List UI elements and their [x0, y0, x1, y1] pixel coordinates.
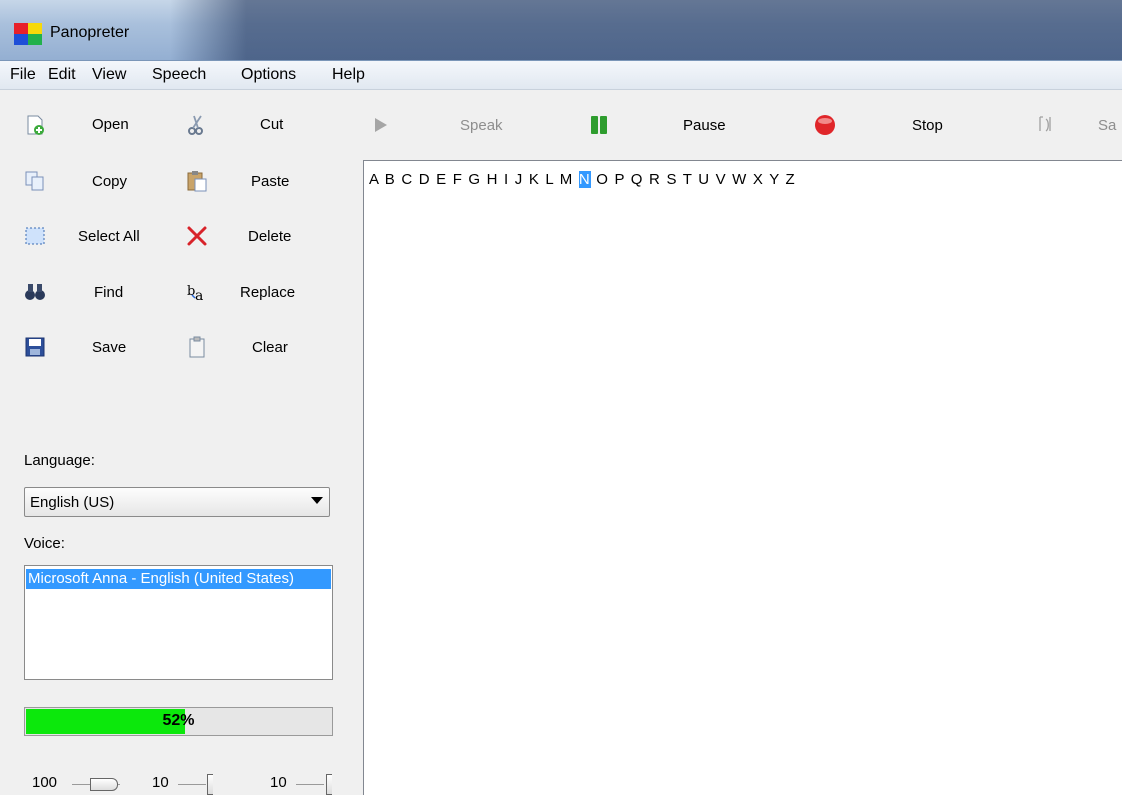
- pitch-track: [296, 784, 324, 785]
- editor-text: A B C D E F G H I J K L M N O P Q R S T …: [369, 171, 796, 188]
- save-button[interactable]: Save: [24, 334, 164, 360]
- pitch-value: 10: [270, 774, 287, 791]
- cut-label: Cut: [260, 116, 284, 133]
- rate-value: 10: [152, 774, 169, 791]
- app-icon[interactable]: [14, 23, 42, 45]
- clear-label: Clear: [252, 339, 288, 356]
- volume-slider-thumb[interactable]: [90, 778, 118, 791]
- stop-button[interactable]: Stop: [814, 112, 964, 138]
- paste-label: Paste: [251, 173, 290, 190]
- stop-label: Stop: [912, 117, 943, 134]
- copy-icon: [25, 171, 44, 191]
- scissors-icon: [188, 115, 203, 135]
- save-label: Save: [92, 339, 127, 356]
- menu-edit[interactable]: Edit: [48, 66, 76, 84]
- delete-button[interactable]: Delete: [186, 223, 306, 249]
- editor-text-before: A B C D E F G H I J K L M: [369, 171, 579, 188]
- progress-bar: 52%: [24, 707, 333, 736]
- cut-button[interactable]: Cut: [186, 112, 306, 138]
- editor-text-after: O P Q R S T U V W X Y Z: [590, 171, 796, 188]
- progress-text: 52%: [162, 712, 195, 729]
- title-bar: Panopreter: [0, 0, 1122, 61]
- menu-speech[interactable]: Speech: [152, 66, 206, 84]
- open-file-icon: [27, 115, 44, 135]
- menu-view[interactable]: View: [92, 66, 126, 84]
- replace-label: Replace: [240, 284, 296, 301]
- menu-file[interactable]: File: [10, 66, 36, 84]
- editor-highlighted-word: N: [578, 171, 591, 188]
- stop-icon: [815, 115, 835, 135]
- select-all-label: Select All: [78, 228, 140, 245]
- delete-x-icon: [187, 226, 207, 246]
- language-select[interactable]: English (US): [24, 487, 330, 517]
- paste-button[interactable]: Paste: [186, 168, 306, 194]
- menu-options[interactable]: Options: [241, 66, 296, 84]
- dropdown-arrow-icon[interactable]: [311, 497, 323, 504]
- find-label: Find: [94, 284, 124, 301]
- replace-button[interactable]: b a Replace: [186, 279, 316, 305]
- rate-track: [178, 784, 206, 785]
- pause-button[interactable]: Pause: [588, 112, 738, 138]
- pitch-slider-thumb[interactable]: [326, 774, 332, 795]
- language-label: Language:: [24, 452, 95, 469]
- delete-label: Delete: [248, 228, 292, 245]
- voice-label: Voice:: [24, 535, 65, 552]
- select-all-icon: [25, 227, 45, 245]
- copy-button[interactable]: Copy: [24, 168, 164, 194]
- rate-slider-thumb[interactable]: [207, 774, 213, 795]
- clipboard-clear-icon: [189, 336, 205, 358]
- floppy-disk-icon: [25, 337, 45, 357]
- pause-icon: [591, 116, 607, 134]
- paste-icon: [187, 171, 207, 192]
- speak-label: Speak: [460, 117, 503, 134]
- title-bar-glass: [170, 0, 1122, 60]
- audio-file-icon: [1039, 116, 1051, 132]
- save-audio-button[interactable]: Sa: [1036, 112, 1122, 138]
- panel-splitter[interactable]: [355, 92, 363, 795]
- window-title: Panopreter: [50, 24, 130, 41]
- text-editor[interactable]: A B C D E F G H I J K L M N O P Q R S T …: [363, 160, 1122, 795]
- play-icon: [375, 118, 387, 132]
- replace-icon: b a: [187, 284, 203, 303]
- volume-value: 100: [32, 774, 58, 791]
- pause-label: Pause: [683, 117, 726, 134]
- open-label: Open: [92, 116, 129, 133]
- speak-button[interactable]: Speak: [370, 112, 520, 138]
- save-audio-label: Sa: [1098, 117, 1117, 134]
- open-button[interactable]: Open: [24, 112, 164, 138]
- svg-text:a: a: [195, 288, 203, 303]
- find-button[interactable]: Find: [24, 279, 164, 305]
- voice-list-item[interactable]: Microsoft Anna - English (United States): [26, 569, 331, 589]
- menu-bar: File Edit View Speech Options Help: [0, 61, 1122, 90]
- select-all-button[interactable]: Select All: [24, 223, 164, 249]
- clear-button[interactable]: Clear: [186, 334, 306, 360]
- language-value: English (US): [30, 494, 115, 511]
- voice-list[interactable]: Microsoft Anna - English (United States): [24, 565, 333, 680]
- binoculars-icon: [25, 284, 45, 300]
- menu-help[interactable]: Help: [332, 66, 365, 84]
- copy-label: Copy: [92, 173, 128, 190]
